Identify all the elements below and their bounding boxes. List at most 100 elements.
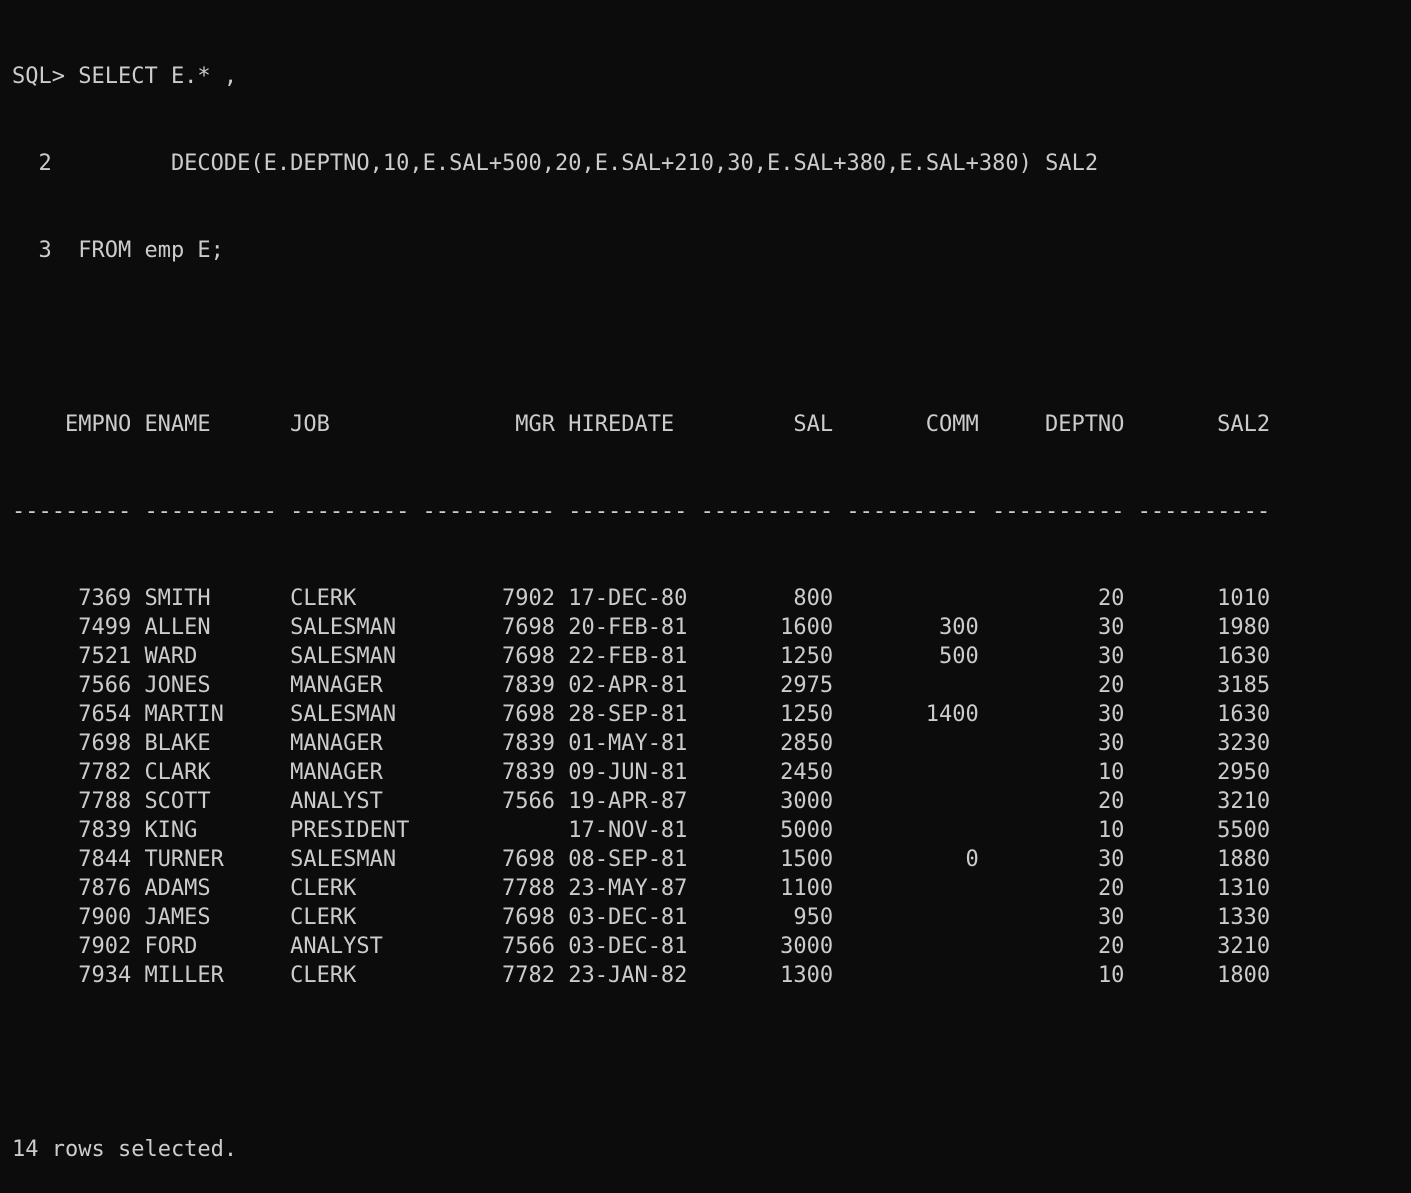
- cell-mgr: 7698: [502, 644, 555, 669]
- cell-sal2: 2950: [1217, 760, 1271, 785]
- cell-deptno: 30: [1097, 702, 1125, 727]
- cell-sal2: 1310: [1217, 876, 1271, 901]
- column-separator: ---------: [568, 499, 688, 524]
- query-line-1: SQL> SELECT E.* ,: [12, 64, 238, 89]
- cell-hiredate: 03-DEC-81: [568, 905, 688, 930]
- cell-sal2: 3210: [1217, 789, 1271, 814]
- cell-sal: 1600: [780, 615, 834, 640]
- table-row: 7499 ALLEN SALESMAN 7698 20-FEB-81 1600 …: [12, 613, 1402, 642]
- cell-deptno: 20: [1097, 673, 1125, 698]
- cell-hiredate: 09-JUN-81: [568, 760, 688, 785]
- cell-empno: 7844: [78, 847, 132, 872]
- cell-job: CLERK: [290, 963, 357, 988]
- cell-mgr: 7788: [502, 876, 555, 901]
- column-separator: ---------: [290, 499, 410, 524]
- cell-empno: 7654: [78, 702, 132, 727]
- cell-sal: 5000: [780, 818, 834, 843]
- cell-sal: 800: [793, 586, 834, 611]
- table-row: 7782 CLARK MANAGER 7839 09-JUN-81 2450 1…: [12, 758, 1402, 787]
- table-row: 7698 BLAKE MANAGER 7839 01-MAY-81 2850 3…: [12, 729, 1402, 758]
- cell-job: PRESIDENT: [290, 818, 410, 843]
- table-row: 7900 JAMES CLERK 7698 03-DEC-81 950 30 1…: [12, 903, 1402, 932]
- cell-ename: ADAMS: [144, 876, 211, 901]
- cell-sal: 2450: [780, 760, 834, 785]
- cell-deptno: 20: [1097, 934, 1125, 959]
- cell-mgr: 7698: [502, 702, 555, 727]
- cell-empno: 7499: [78, 615, 132, 640]
- cell-job: MANAGER: [290, 731, 383, 756]
- result-separator-row: --------- ---------- --------- ---------…: [12, 497, 1402, 526]
- query-line-3: 3 FROM emp E;: [12, 238, 224, 263]
- cell-deptno: 30: [1097, 731, 1125, 756]
- cell-sal2: 5500: [1217, 818, 1271, 843]
- table-row: 7934 MILLER CLERK 7782 23-JAN-82 1300 10…: [12, 961, 1402, 990]
- cell-comm: 0: [965, 847, 979, 872]
- cell-sal2: 1880: [1217, 847, 1271, 872]
- column-separator: ----------: [846, 499, 979, 524]
- result-rows: 7369 SMITH CLERK 7902 17-DEC-80 800 20 1…: [12, 584, 1402, 990]
- cell-ename: BLAKE: [144, 731, 211, 756]
- cell-sal: 2975: [780, 673, 834, 698]
- cell-sal: 1100: [780, 876, 834, 901]
- column-header-sal: SAL: [793, 412, 834, 437]
- cell-ename: WARD: [144, 644, 198, 669]
- cell-deptno: 10: [1097, 760, 1125, 785]
- cell-empno: 7782: [78, 760, 132, 785]
- cell-mgr: 7566: [502, 934, 555, 959]
- cell-comm: 500: [939, 644, 979, 669]
- table-row: 7566 JONES MANAGER 7839 02-APR-81 2975 2…: [12, 671, 1402, 700]
- cell-ename: FORD: [144, 934, 198, 959]
- cell-sal: 1250: [780, 644, 834, 669]
- cell-hiredate: 20-FEB-81: [568, 615, 688, 640]
- table-row: 7369 SMITH CLERK 7902 17-DEC-80 800 20 1…: [12, 584, 1402, 613]
- cell-job: CLERK: [290, 905, 357, 930]
- cell-sal2: 3210: [1217, 934, 1271, 959]
- cell-empno: 7566: [78, 673, 132, 698]
- cell-sal2: 3185: [1217, 673, 1271, 698]
- cell-job: SALESMAN: [290, 847, 397, 872]
- cell-mgr: 7698: [502, 615, 555, 640]
- cell-ename: CLARK: [144, 760, 211, 785]
- cell-hiredate: 17-DEC-80: [568, 586, 688, 611]
- cell-hiredate: 28-SEP-81: [568, 702, 688, 727]
- cell-job: ANALYST: [290, 789, 383, 814]
- table-row: 7839 KING PRESIDENT 17-NOV-81 5000 10 55…: [12, 816, 1402, 845]
- cell-empno: 7934: [78, 963, 132, 988]
- cell-hiredate: 01-MAY-81: [568, 731, 688, 756]
- cell-deptno: 10: [1097, 818, 1125, 843]
- cell-mgr: 7839: [502, 760, 555, 785]
- column-header-comm: COMM: [925, 412, 979, 437]
- terminal-window[interactable]: SQL> SELECT E.* , 2 DECODE(E.DEPTNO,10,E…: [12, 4, 1402, 1162]
- column-header-empno: EMPNO: [64, 412, 132, 437]
- cell-empno: 7369: [78, 586, 132, 611]
- cell-deptno: 10: [1097, 963, 1125, 988]
- cell-sal: 2850: [780, 731, 834, 756]
- table-row: 7902 FORD ANALYST 7566 03-DEC-81 3000 20…: [12, 932, 1402, 961]
- cell-mgr: 7566: [502, 789, 555, 814]
- cell-hiredate: 19-APR-87: [568, 789, 688, 814]
- cell-ename: MILLER: [144, 963, 224, 988]
- cell-empno: 7900: [78, 905, 132, 930]
- cell-empno: 7698: [78, 731, 132, 756]
- cell-ename: JAMES: [144, 905, 211, 930]
- column-separator: ---------: [12, 499, 132, 524]
- cell-job: SALESMAN: [290, 702, 397, 727]
- cell-empno: 7902: [78, 934, 132, 959]
- column-separator: ----------: [992, 499, 1125, 524]
- cell-mgr: 7902: [502, 586, 555, 611]
- cell-sal2: 1630: [1217, 702, 1271, 727]
- table-row: 7844 TURNER SALESMAN 7698 08-SEP-81 1500…: [12, 845, 1402, 874]
- cell-ename: SMITH: [144, 586, 211, 611]
- cell-hiredate: 22-FEB-81: [568, 644, 688, 669]
- query-line-2: 2 DECODE(E.DEPTNO,10,E.SAL+500,20,E.SAL+…: [12, 151, 1099, 176]
- cell-deptno: 30: [1097, 615, 1125, 640]
- cell-ename: ALLEN: [144, 615, 211, 640]
- table-row: 7876 ADAMS CLERK 7788 23-MAY-87 1100 20 …: [12, 874, 1402, 903]
- cell-empno: 7839: [78, 818, 132, 843]
- cell-ename: KING: [144, 818, 198, 843]
- cell-deptno: 20: [1097, 876, 1125, 901]
- cell-ename: TURNER: [144, 847, 224, 872]
- column-separator: ----------: [1137, 499, 1271, 524]
- cell-deptno: 20: [1097, 586, 1125, 611]
